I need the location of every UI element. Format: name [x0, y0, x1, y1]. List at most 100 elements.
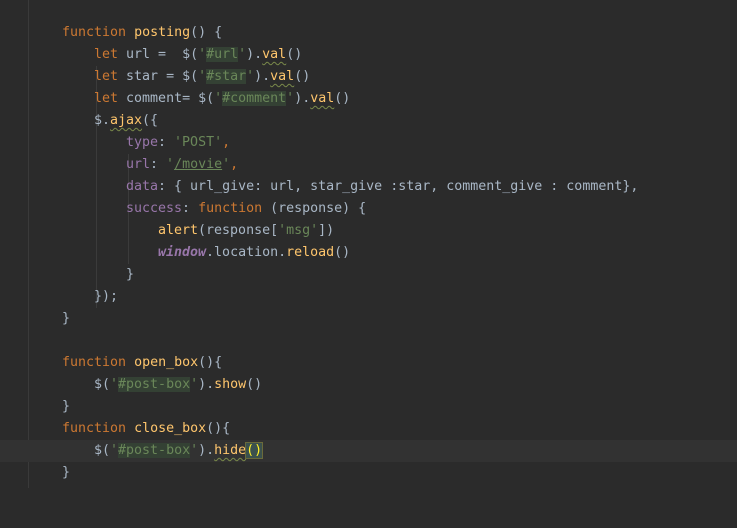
code-token: $.	[94, 113, 111, 128]
code-token: : { url_give: url, star_give :star, comm…	[158, 179, 639, 194]
code-token: ])	[318, 223, 335, 238]
string-quote: '	[190, 443, 199, 458]
function-call: reload	[286, 245, 335, 260]
string-quote: '	[198, 47, 207, 62]
function-name: close_box	[134, 421, 207, 436]
keyword: let	[94, 91, 119, 106]
string-quote: '	[190, 377, 199, 392]
code-token: url =	[118, 47, 183, 62]
selector-string: #url	[206, 47, 239, 62]
method-name: show	[214, 377, 247, 392]
string-quote: '	[238, 47, 247, 62]
code-editor[interactable]: function posting() { let url = $('#url')…	[0, 0, 737, 488]
string-quote: '	[166, 157, 175, 172]
code-token: ({	[142, 113, 159, 128]
string-literal: 'msg'	[278, 223, 319, 238]
code-token: ,	[222, 135, 231, 150]
code-token: $(	[198, 91, 215, 106]
selector-string: #post-box	[118, 377, 191, 392]
code-token: ).	[254, 69, 271, 84]
code-token: }	[126, 267, 135, 282]
code-token: ()	[286, 47, 303, 62]
selector-string: #post-box	[118, 443, 191, 458]
keyword: function	[198, 201, 263, 216]
code-line[interactable]: function posting() {	[0, 22, 737, 44]
code-token: ).	[198, 443, 215, 458]
keyword: let	[94, 69, 119, 84]
code-line[interactable]: type: 'POST',	[0, 132, 737, 154]
method-name: val	[310, 91, 335, 106]
code-line[interactable]: url: '/movie',	[0, 154, 737, 176]
code-line[interactable]: $('#post-box').show()	[0, 374, 737, 396]
string-quote: '	[198, 69, 207, 84]
method-name: val	[262, 47, 287, 62]
code-token: comment=	[118, 91, 199, 106]
string-literal: /movie	[174, 157, 223, 172]
string-quote: '	[246, 69, 255, 84]
code-line[interactable]: data: { url_give: url, star_give :star, …	[0, 176, 737, 198]
code-token: () {	[190, 25, 223, 40]
code-line[interactable]: function open_box(){	[0, 352, 737, 374]
property-name: success	[126, 201, 183, 216]
code-token: });	[94, 289, 119, 304]
code-line[interactable]: }	[0, 462, 737, 484]
string-quote: '	[222, 157, 231, 172]
code-line[interactable]: let comment= $('#comment').val()	[0, 88, 737, 110]
code-line[interactable]: function close_box(){	[0, 418, 737, 440]
code-line[interactable]: alert(response['msg'])	[0, 220, 737, 242]
code-token: $(	[94, 443, 111, 458]
function-name: open_box	[134, 355, 199, 370]
code-token: (response) {	[262, 201, 367, 216]
code-token: :	[182, 201, 199, 216]
code-line[interactable]: }	[0, 396, 737, 418]
code-token: ).	[246, 47, 263, 62]
code-line-current[interactable]: $('#post-box').hide()	[0, 440, 737, 462]
code-token: (){	[198, 355, 223, 370]
property-name: data	[126, 179, 159, 194]
code-line[interactable]: window.location.reload()	[0, 242, 737, 264]
code-line[interactable]: let star = $('#star').val()	[0, 66, 737, 88]
code-token: $(	[94, 377, 111, 392]
code-token: $(	[182, 47, 199, 62]
keyword: function	[62, 355, 127, 370]
method-name: val	[270, 69, 295, 84]
global-object: window	[158, 245, 207, 260]
keyword: let	[94, 47, 119, 62]
code-line[interactable]: }	[0, 308, 737, 330]
code-token: :	[158, 135, 175, 150]
code-token: }	[62, 465, 71, 480]
text-caret	[262, 442, 264, 458]
code-line[interactable]: success: function (response) {	[0, 198, 737, 220]
method-name: ajax	[110, 113, 143, 128]
matched-parens: ()	[245, 442, 264, 459]
keyword: function	[62, 25, 127, 40]
code-token: (){	[206, 421, 231, 436]
selector-string: #star	[206, 69, 247, 84]
code-token: }	[62, 399, 71, 414]
property-name: url	[126, 157, 151, 172]
code-line[interactable]: });	[0, 286, 737, 308]
code-line[interactable]: let url = $('#url').val()	[0, 44, 737, 66]
method-name: hide	[214, 443, 247, 458]
selector-string: #comment	[222, 91, 287, 106]
code-token: ()	[334, 91, 351, 106]
keyword: function	[62, 421, 127, 436]
string-quote: '	[286, 91, 295, 106]
property-name: type	[126, 135, 159, 150]
string-quote: '	[214, 91, 223, 106]
function-call: alert	[158, 223, 199, 238]
code-token: ).	[294, 91, 311, 106]
code-token: $(	[182, 69, 199, 84]
string-quote: '	[110, 377, 119, 392]
code-token: (response[	[198, 223, 279, 238]
code-token: ()	[294, 69, 311, 84]
code-token: ,	[230, 157, 239, 172]
code-token: ).	[198, 377, 215, 392]
code-line[interactable]: $.ajax({	[0, 110, 737, 132]
string-literal: 'POST'	[174, 135, 223, 150]
code-token: ()	[246, 377, 263, 392]
code-token: star =	[118, 69, 183, 84]
string-quote: '	[110, 443, 119, 458]
code-token: :	[150, 157, 167, 172]
code-line[interactable]: }	[0, 264, 737, 286]
